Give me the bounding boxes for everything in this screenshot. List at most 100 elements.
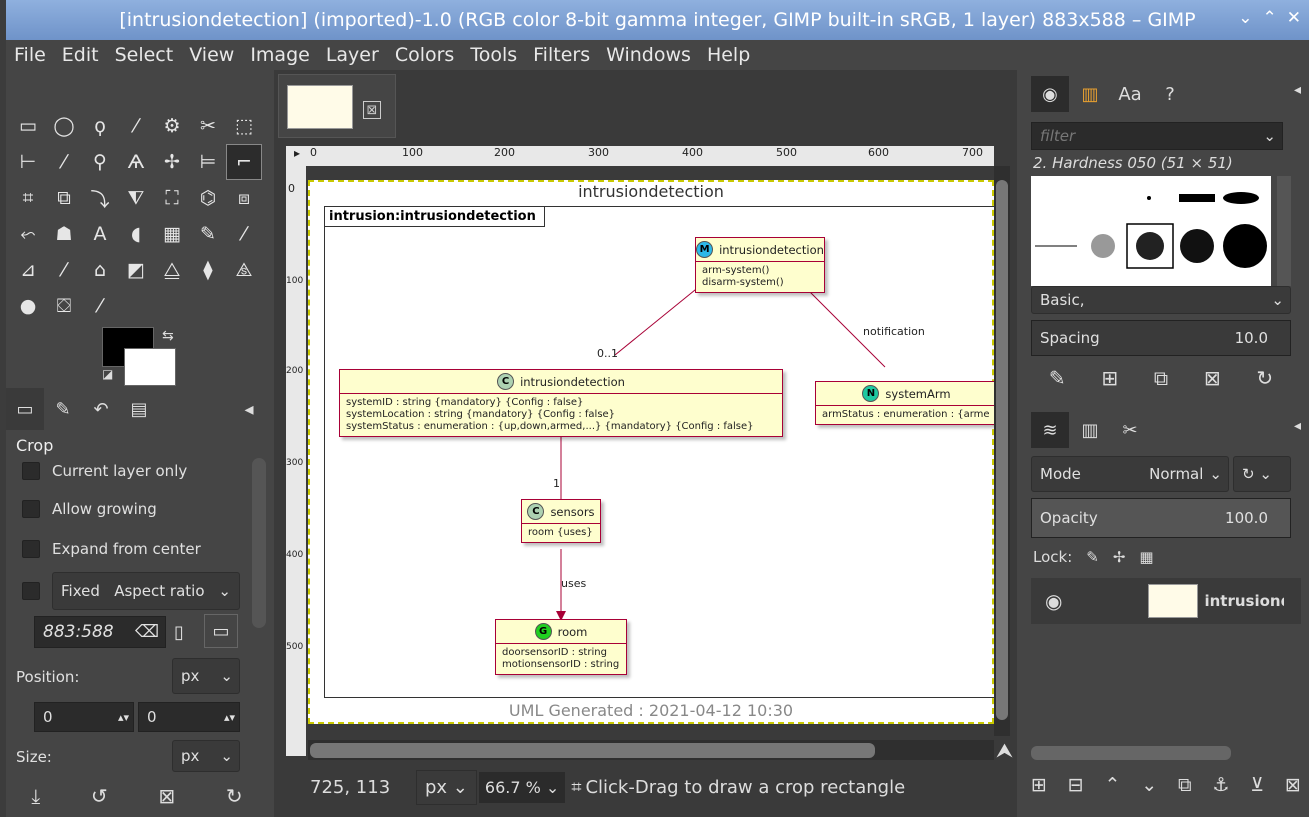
canvas-vertical-scrollbar[interactable] bbox=[994, 166, 1010, 736]
tool-icon[interactable]: ⁄ bbox=[226, 216, 262, 252]
edit-brush-icon[interactable]: ✎ bbox=[1049, 366, 1066, 390]
notification-systemarm[interactable]: NsystemArm armStatus : enumeration : {ar… bbox=[815, 381, 997, 425]
tool-icon[interactable]: ϙ bbox=[82, 108, 118, 144]
paths-tab-icon[interactable]: ✂ bbox=[1111, 412, 1149, 448]
menu-edit[interactable]: Edit bbox=[54, 44, 107, 66]
mode-switch-button[interactable]: ↻ ⌄ bbox=[1233, 456, 1291, 492]
image-canvas[interactable]: intrusiondetection intrusion:intrusionde… bbox=[308, 180, 997, 724]
allow-growing-checkbox[interactable]: Allow growing bbox=[22, 500, 157, 518]
tool-icon[interactable]: ● bbox=[10, 288, 46, 324]
menu-tools[interactable]: Tools bbox=[462, 44, 525, 66]
tool-icon[interactable]: ◩ bbox=[118, 252, 154, 288]
restore-icon[interactable]: ↺ bbox=[91, 784, 108, 808]
expand-from-center-checkbox[interactable]: Expand from center bbox=[22, 540, 201, 558]
brush-tag-combo[interactable]: Basic, ⌄ bbox=[1031, 286, 1291, 314]
aspect-ratio-input[interactable]: 883:588 ⌫ bbox=[34, 616, 166, 648]
tool-icon[interactable]: ⊿ bbox=[10, 252, 46, 288]
tool-icon[interactable]: ⊢ bbox=[10, 144, 46, 180]
close-icon[interactable]: ✕ bbox=[1287, 8, 1301, 28]
tool-icon[interactable]: ⁄ bbox=[118, 108, 154, 144]
reset-colors-icon[interactable]: ◪ bbox=[102, 367, 113, 381]
anchor-layer-icon[interactable]: ⚓ bbox=[1212, 774, 1229, 796]
menu-filters[interactable]: Filters bbox=[525, 44, 598, 66]
brush-scrollbar[interactable] bbox=[1277, 176, 1291, 286]
portrait-icon[interactable]: ▯ bbox=[174, 622, 184, 643]
lock-pixels-icon[interactable]: ✎ bbox=[1086, 548, 1099, 566]
layer-row[interactable]: ◉ intrusiondete bbox=[1031, 578, 1301, 624]
tool-icon[interactable]: Ѧ bbox=[118, 144, 154, 180]
channels-tab-icon[interactable]: ▥ bbox=[1071, 412, 1109, 448]
tool-icon[interactable]: ✎ bbox=[190, 216, 226, 252]
tool-options-tab-icon[interactable]: ▭ bbox=[6, 388, 44, 430]
images-tab-icon[interactable]: ▤ bbox=[120, 388, 158, 430]
brush-filter-input[interactable]: filter ⌄ bbox=[1031, 122, 1283, 150]
maximize-icon[interactable]: ⌃ bbox=[1263, 8, 1277, 28]
spin-icon[interactable]: ▴▾ bbox=[224, 711, 235, 724]
tool-icon[interactable]: ▭ bbox=[10, 108, 46, 144]
tool-icon[interactable]: ⧨ bbox=[118, 180, 154, 216]
duplicate-brush-icon[interactable]: ⧉ bbox=[1154, 366, 1168, 390]
class-sensors[interactable]: Csensors room {uses} bbox=[521, 499, 601, 543]
fonts-tab-icon[interactable]: Aa bbox=[1111, 76, 1149, 112]
current-layer-only-checkbox[interactable]: Current layer only bbox=[22, 462, 187, 480]
tool-icon[interactable]: ✢ bbox=[154, 144, 190, 180]
tool-icon[interactable]: ✂ bbox=[190, 108, 226, 144]
reset-icon[interactable]: ↻ bbox=[226, 784, 243, 808]
image-tab[interactable]: ⊠ bbox=[278, 74, 396, 138]
menu-select[interactable]: Select bbox=[107, 44, 182, 66]
tool-icon[interactable]: ⌐ bbox=[226, 144, 262, 180]
delete-layer-icon[interactable]: ⊠ bbox=[1285, 774, 1301, 796]
menu-file[interactable]: File bbox=[6, 44, 54, 66]
delete-brush-icon[interactable]: ⊠ bbox=[1204, 366, 1221, 390]
layer-mode-combo[interactable]: Mode Normal ⌄ bbox=[1031, 456, 1229, 492]
lock-alpha-icon[interactable]: ▦ bbox=[1139, 548, 1153, 566]
position-x-input[interactable]: 0 ▴▾ bbox=[34, 702, 134, 732]
class-intrusiondetection[interactable]: Cintrusiondetection systemID : string {m… bbox=[339, 369, 783, 437]
lock-position-icon[interactable]: ✢ bbox=[1113, 548, 1126, 566]
fixed-checkbox[interactable] bbox=[22, 582, 40, 600]
menu-help[interactable]: Help bbox=[699, 44, 758, 66]
position-unit-combo[interactable]: px ⌄ bbox=[172, 658, 240, 694]
menu-windows[interactable]: Windows bbox=[598, 44, 699, 66]
tool-icon[interactable]: ⁄ bbox=[46, 252, 82, 288]
tool-icon[interactable]: ⚙ bbox=[154, 108, 190, 144]
tool-icon[interactable]: ⧌ bbox=[226, 252, 262, 288]
horizontal-ruler[interactable]: 0 100 200 300 400 500 600 700 bbox=[308, 146, 994, 166]
layers-scrollbar[interactable] bbox=[1031, 746, 1231, 760]
position-y-input[interactable]: 0 ▴▾ bbox=[138, 702, 240, 732]
clear-icon[interactable]: ⌫ bbox=[135, 622, 159, 642]
tool-icon[interactable]: A bbox=[82, 216, 118, 252]
unit-selector[interactable]: px ⌄ bbox=[416, 769, 477, 805]
tool-icon[interactable]: ▦ bbox=[154, 216, 190, 252]
menu-image[interactable]: Image bbox=[242, 44, 318, 66]
module-intrusiondetection[interactable]: Mintrusiondetection arm-system() disarm-s… bbox=[695, 237, 825, 293]
quick-mask-icon[interactable]: ▸ bbox=[286, 146, 308, 166]
new-brush-icon[interactable]: ⊞ bbox=[1101, 366, 1118, 390]
tool-icon[interactable]: ⛋ bbox=[46, 288, 82, 324]
vertical-ruler[interactable]: 0 100 200 300 400 500 bbox=[286, 166, 306, 756]
size-unit-combo[interactable]: px ⌄ bbox=[172, 740, 240, 772]
new-layer-group-icon[interactable]: ⊟ bbox=[1068, 774, 1084, 796]
menu-view[interactable]: View bbox=[181, 44, 242, 66]
swap-colors-icon[interactable]: ⇆ bbox=[162, 328, 174, 344]
tool-icon[interactable]: ⛶ bbox=[154, 180, 190, 216]
tool-icon[interactable]: ☗ bbox=[46, 216, 82, 252]
brushes-tab-icon[interactable]: ◉ bbox=[1031, 76, 1069, 112]
spin-icon[interactable]: ▴▾ bbox=[118, 711, 129, 724]
zoom-selector[interactable]: 66.7 % ⌄ bbox=[478, 771, 566, 803]
menu-layer[interactable]: Layer bbox=[318, 44, 387, 66]
merge-layer-icon[interactable]: ⊻ bbox=[1250, 774, 1264, 796]
tool-icon[interactable]: ◖ bbox=[118, 216, 154, 252]
layers-tab-icon[interactable]: ≋ bbox=[1031, 412, 1069, 448]
tool-icon[interactable]: ⌂ bbox=[82, 252, 118, 288]
tool-icon[interactable]: ⁄ bbox=[46, 144, 82, 180]
tool-icon[interactable]: ⬿ bbox=[10, 216, 46, 252]
help-tab-icon[interactable]: ? bbox=[1151, 76, 1189, 112]
tool-icon[interactable]: ⧉ bbox=[46, 180, 82, 216]
navigate-icon[interactable]: ⮝ bbox=[996, 738, 1013, 762]
panel-menu-icon[interactable]: ◂ bbox=[1294, 82, 1301, 98]
refresh-brushes-icon[interactable]: ↻ bbox=[1256, 366, 1273, 390]
panel-menu-icon[interactable]: ◂ bbox=[1294, 418, 1301, 434]
lower-layer-icon[interactable]: ⌄ bbox=[1141, 774, 1157, 796]
tool-icon[interactable]: ◯ bbox=[46, 108, 82, 144]
